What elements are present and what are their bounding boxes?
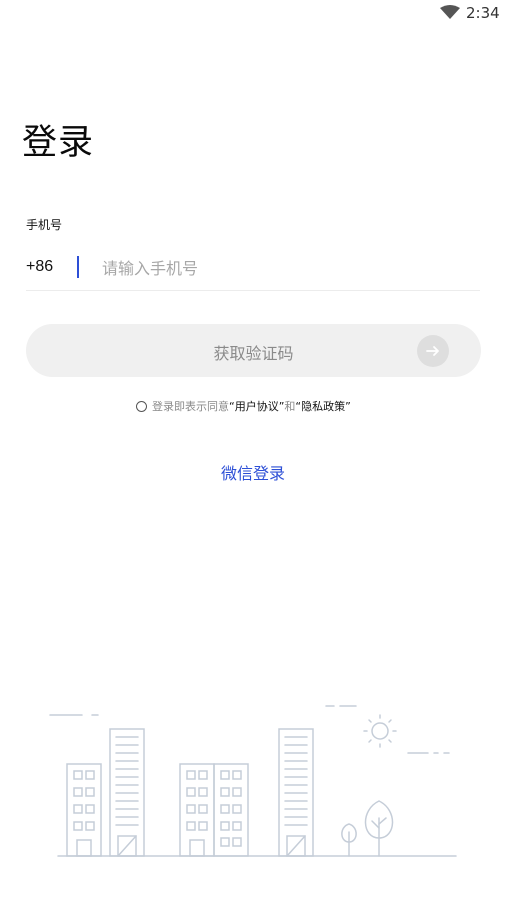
- phone-field-label: 手机号: [26, 218, 63, 232]
- agreement-radio[interactable]: [136, 400, 147, 412]
- agreement-text: 登录即表示同意: [152, 400, 229, 413]
- page-title: 登录: [22, 123, 95, 163]
- phone-field: +86: [26, 250, 492, 291]
- privacy-policy-link[interactable]: “隐私政策”: [295, 400, 350, 413]
- city-buildings-illustration: [49, 705, 457, 857]
- phone-input[interactable]: [92, 252, 492, 284]
- input-divider: [77, 256, 79, 278]
- wifi-icon: [440, 5, 460, 19]
- agreement-conjunction: 和: [284, 400, 296, 413]
- status-bar: 2:34: [0, 0, 506, 28]
- country-code-selector[interactable]: +86: [26, 258, 53, 276]
- user-agreement-link[interactable]: “用户协议”: [229, 400, 284, 413]
- get-code-button[interactable]: 获取验证码: [26, 324, 481, 377]
- status-clock: 2:34: [466, 4, 500, 22]
- agreement-row: 登录即表示同意“用户协议”和“隐私政策”: [136, 398, 351, 416]
- get-code-label: 获取验证码: [213, 346, 294, 363]
- wechat-login-link[interactable]: 微信登录: [0, 460, 506, 484]
- arrow-right-icon: [417, 335, 449, 367]
